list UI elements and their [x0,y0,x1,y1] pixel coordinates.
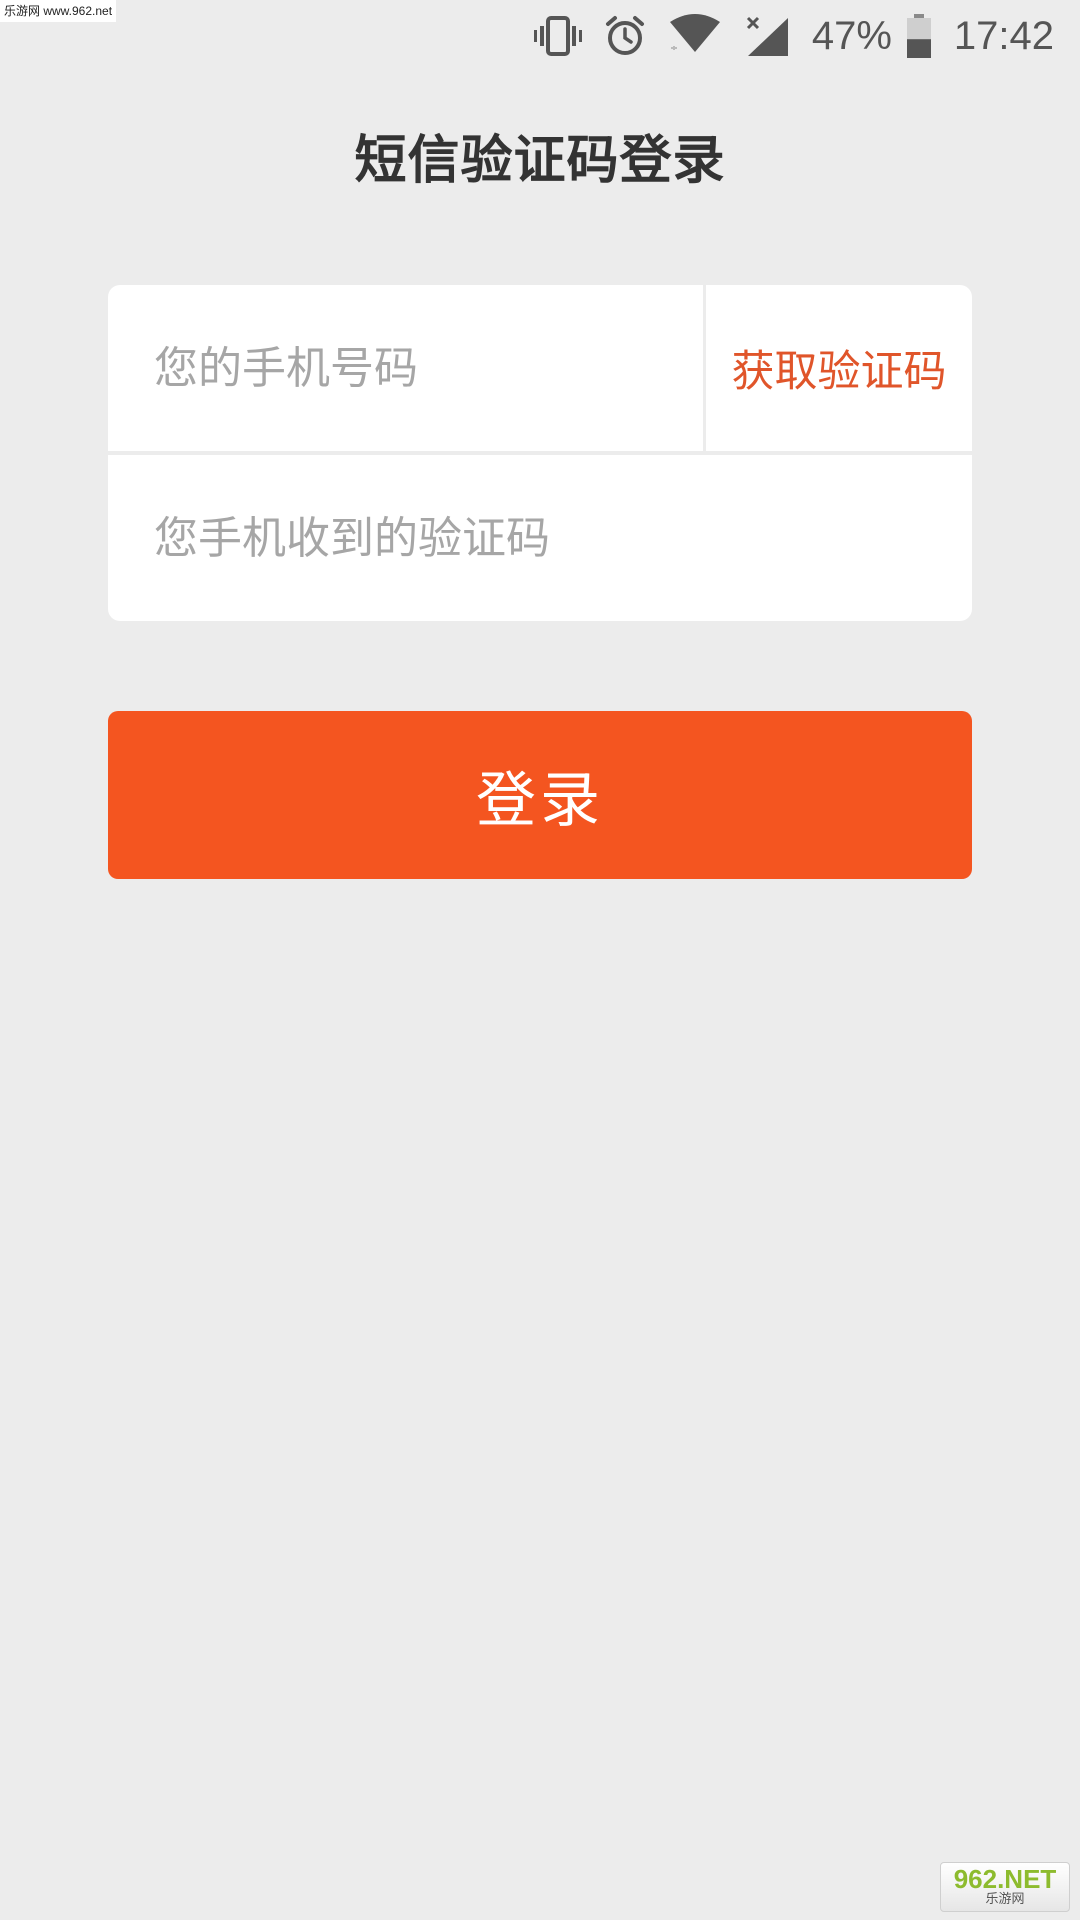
login-button[interactable]: 登录 [108,711,972,879]
signal-icon [744,6,790,66]
watermark-sub: 乐游网 [985,1892,1025,1907]
phone-row: 获取验证码 [108,285,972,451]
status-bar: 47% 17:42 [0,0,1080,72]
login-form-card: 获取验证码 [108,285,972,621]
battery-icon [906,6,932,66]
code-row [108,455,972,621]
phone-number-input[interactable] [108,285,703,451]
login-screen: 乐游网 www.962.net 47% 17:42 短信验证码登录 您的手机号码… [0,0,1080,1920]
get-code-button[interactable]: 获取验证码 [706,285,972,451]
verification-code-input[interactable] [108,455,972,621]
alarm-icon [604,6,646,66]
watermark-bottom: 962.NET 乐游网 [940,1862,1070,1912]
battery-percent: 47% [811,14,892,58]
clock-time: 17:42 [953,14,1054,58]
wifi-icon [668,6,722,66]
vibrate-icon [533,6,582,66]
page-title: 短信验证码登录 [354,131,726,191]
watermark-logo: 962.NET [953,1864,1057,1894]
